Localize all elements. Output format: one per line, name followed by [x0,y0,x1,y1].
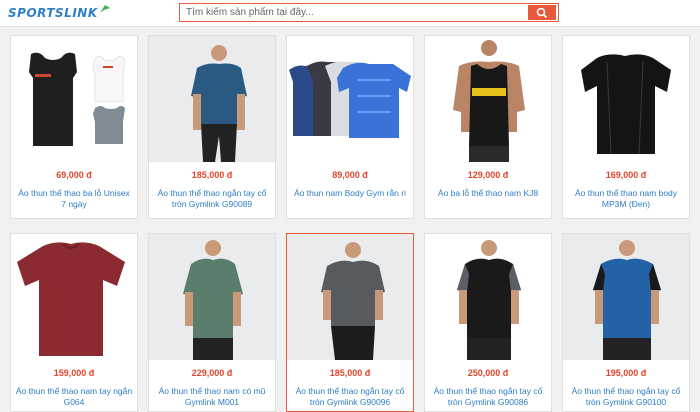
search-bar [179,3,559,22]
product-image[interactable] [149,234,275,360]
search-icon [536,7,548,18]
product-image[interactable] [11,36,137,162]
product-card[interactable]: 169,000 đ Áo thun thể thao nam body MP3M… [562,35,690,219]
product-card[interactable]: 195,000 đ Áo thun thể thao ngắn tay cổ t… [562,233,690,412]
product-price: 229,000 đ [191,368,233,378]
product-name[interactable]: Áo thun thể thao ngắn tay cổ tròn Gymlin… [429,386,547,408]
product-name[interactable]: Áo ba lỗ thể thao nam KJ8 [429,188,547,199]
logo-text: SPORTSLINK [8,6,98,20]
product-name[interactable]: Áo thun thể thao nam tay ngắn G064 [15,386,133,408]
product-image[interactable] [425,234,551,360]
product-image[interactable] [11,234,137,360]
product-price: 195,000 đ [605,368,647,378]
product-name[interactable]: Áo thun thể thao nam có mũ Gymlink M001 [153,386,271,408]
product-name[interactable]: Áo thun thể thao ngắn tay cổ tròn Gymlin… [153,188,271,210]
product-card[interactable]: 250,000 đ Áo thun thể thao ngắn tay cổ t… [424,233,552,412]
product-name[interactable]: Áo thun thể thao ngắn tay cổ tròn Gymlin… [291,386,409,408]
product-image[interactable] [425,36,551,162]
product-name[interactable]: Áo thun thể thao nam body MP3M (Đen) [567,188,685,210]
product-price: 185,000 đ [191,170,233,180]
top-bar: SPORTSLINK [0,0,700,27]
product-image[interactable] [149,36,275,162]
product-image[interactable] [563,234,689,360]
product-card[interactable]: 159,000 đ Áo thun thể thao nam tay ngắn … [10,233,138,412]
site-logo[interactable]: SPORTSLINK [8,3,111,23]
product-price: 250,000 đ [467,368,509,378]
product-price: 89,000 đ [332,170,368,180]
product-image[interactable] [563,36,689,162]
product-price: 159,000 đ [53,368,95,378]
product-card[interactable]: 129,000 đ Áo ba lỗ thể thao nam KJ8 [424,35,552,219]
search-button[interactable] [528,5,556,20]
product-card-highlighted[interactable]: 185,000 đ Áo thun thể thao ngắn tay cổ t… [286,233,414,412]
search-input[interactable] [180,4,528,21]
product-price: 185,000 đ [329,368,371,378]
product-name[interactable]: Áo thun nam Body Gym rằn ri [291,188,409,199]
product-image[interactable] [287,36,413,162]
product-card[interactable]: 69,000 đ Áo thun thể thao ba lỗ Unisex 7… [10,35,138,219]
product-price: 69,000 đ [56,170,92,180]
product-image[interactable] [287,234,413,360]
product-price: 129,000 đ [467,170,509,180]
product-card[interactable]: 185,000 đ Áo thun thể thao ngắn tay cổ t… [148,35,276,219]
product-card[interactable]: 229,000 đ Áo thun thể thao nam có mũ Gym… [148,233,276,412]
product-card[interactable]: 89,000 đ Áo thun nam Body Gym rằn ri [286,35,414,219]
product-name[interactable]: Áo thun thể thao ngắn tay cổ tròn Gymlin… [567,386,685,408]
product-name[interactable]: Áo thun thể thao ba lỗ Unisex 7 ngày [15,188,133,210]
logo-flag-icon [99,5,110,13]
product-price: 169,000 đ [605,170,647,180]
